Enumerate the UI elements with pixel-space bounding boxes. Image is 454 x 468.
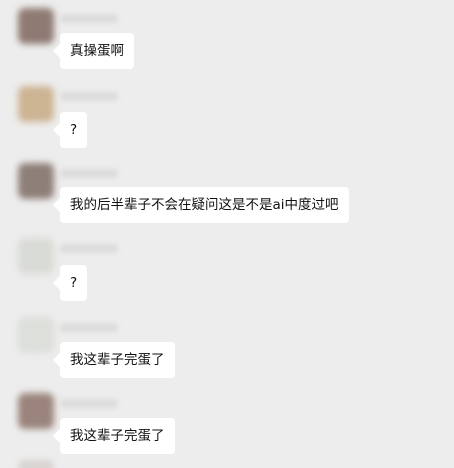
message-bubble[interactable]: 我这辈子完蛋了 <box>60 418 175 454</box>
message-bubble[interactable]: ? <box>60 112 88 148</box>
message-text: 我的后半辈子不会在疑问这是不是ai中度过吧 <box>70 197 339 213</box>
message-text: 我这辈子完蛋了 <box>70 352 165 368</box>
chat-window: 真操蛋啊 ? 我的后半辈子不会在疑问这是不是ai中度过吧 ? 我这辈子完蛋了 我… <box>0 0 454 468</box>
message-text: 真操蛋啊 <box>70 43 124 59</box>
sender-name <box>60 14 118 23</box>
avatar[interactable] <box>18 460 54 468</box>
message-text: ? <box>70 122 78 138</box>
sender-name <box>60 92 118 101</box>
message-bubble[interactable]: 我的后半辈子不会在疑问这是不是ai中度过吧 <box>60 187 349 223</box>
avatar[interactable] <box>18 163 54 199</box>
avatar[interactable] <box>18 393 54 429</box>
sender-name <box>60 399 118 408</box>
message-bubble[interactable]: 真操蛋啊 <box>60 33 134 69</box>
sender-name <box>60 323 118 332</box>
avatar[interactable] <box>18 317 54 353</box>
avatar[interactable] <box>18 8 54 44</box>
message-text: 我这辈子完蛋了 <box>70 428 165 444</box>
message-bubble[interactable]: 我这辈子完蛋了 <box>60 342 175 378</box>
avatar[interactable] <box>18 238 54 274</box>
sender-name <box>60 169 118 178</box>
message-text: ? <box>70 275 78 291</box>
message-bubble[interactable]: ? <box>60 265 88 301</box>
avatar[interactable] <box>18 86 54 122</box>
sender-name <box>60 244 118 253</box>
